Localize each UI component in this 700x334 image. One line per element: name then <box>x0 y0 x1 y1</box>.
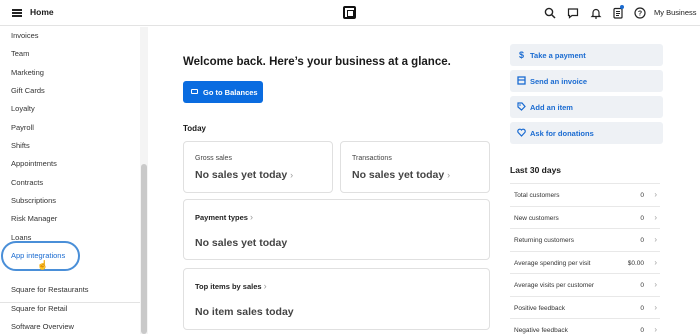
sidebar-item-risk-manager[interactable]: Risk Manager <box>11 214 57 223</box>
sidebar-item-software-overview[interactable]: Software Overview <box>11 322 74 331</box>
chevron-right-icon: › <box>654 235 657 244</box>
heart-icon <box>517 128 526 137</box>
bell-icon[interactable] <box>590 7 602 19</box>
sidebar-item-shifts[interactable]: Shifts <box>11 141 30 150</box>
sidebar-item-square-for-restaurants[interactable]: Square for Restaurants <box>11 285 89 294</box>
top-items-card[interactable]: Top items by sales › No item sales today <box>183 268 490 330</box>
svg-text:$: $ <box>519 50 524 59</box>
home-label[interactable]: Home <box>30 7 54 17</box>
chat-icon[interactable] <box>567 7 579 19</box>
hand-cursor-icon: ☝ <box>37 260 49 270</box>
search-icon[interactable] <box>544 7 556 19</box>
chevron-right-icon: › <box>654 325 657 334</box>
add-item-button[interactable]: Add an item <box>510 96 663 118</box>
sidebar-item-loyalty[interactable]: Loyalty <box>11 104 35 113</box>
chevron-right-icon: › <box>654 190 657 199</box>
gross-sales-card[interactable]: Gross sales No sales yet today › <box>183 141 333 193</box>
chevron-right-icon: › <box>654 258 657 267</box>
welcome-heading: Welcome back. Here’s your business at a … <box>183 56 451 68</box>
top-items-label: Top items by sales › <box>195 281 267 291</box>
dollar-icon: $ <box>517 50 526 59</box>
gross-sales-label: Gross sales <box>195 155 232 162</box>
sidebar-item-team[interactable]: Team <box>11 49 29 58</box>
square-logo[interactable] <box>343 6 356 19</box>
invoice-icon <box>517 76 526 85</box>
tag-icon <box>517 102 526 111</box>
sidebar-item-contracts[interactable]: Contracts <box>11 178 43 187</box>
top-bar: Home ? My Business <box>0 0 700 26</box>
stat-row[interactable]: Returning customers 0 › <box>510 228 660 250</box>
stat-row[interactable]: Positive feedback 0 › <box>510 296 660 318</box>
stat-row[interactable]: Total customers 0 › <box>510 183 660 205</box>
business-menu[interactable]: My Business <box>654 8 697 17</box>
chevron-right-icon: › <box>654 213 657 222</box>
send-invoice-button[interactable]: Send an invoice <box>510 70 663 92</box>
go-to-balances-button[interactable]: Go to Balances <box>183 81 263 103</box>
payment-types-value: No sales yet today <box>195 237 288 249</box>
sidebar: Invoices Team Marketing Gift Cards Loyal… <box>0 27 148 334</box>
transactions-label: Transactions <box>352 155 392 162</box>
sidebar-item-invoices[interactable]: Invoices <box>11 31 39 40</box>
transactions-card[interactable]: Transactions No sales yet today › <box>340 141 490 193</box>
help-icon[interactable]: ? <box>634 7 646 19</box>
sidebar-item-appointments[interactable]: Appointments <box>11 159 57 168</box>
sidebar-scroll-thumb[interactable] <box>141 164 147 334</box>
notification-dot <box>620 5 624 9</box>
wallet-icon <box>191 89 198 94</box>
stat-row[interactable]: Average spending per visit $0.00 › <box>510 251 660 273</box>
sidebar-item-subscriptions[interactable]: Subscriptions <box>11 196 56 205</box>
sidebar-item-gift-cards[interactable]: Gift Cards <box>11 86 45 95</box>
svg-text:?: ? <box>638 11 642 18</box>
sidebar-item-marketing[interactable]: Marketing <box>11 68 44 77</box>
take-payment-button[interactable]: $ Take a payment <box>510 44 663 66</box>
ask-donations-button[interactable]: Ask for donations <box>510 122 663 144</box>
last-30-days-heading: Last 30 days <box>510 165 562 175</box>
today-heading: Today <box>183 124 206 133</box>
sidebar-item-square-for-retail[interactable]: Square for Retail <box>11 304 67 313</box>
chevron-right-icon: › <box>654 303 657 312</box>
payment-types-label: Payment types › <box>195 212 254 222</box>
stat-row[interactable]: New customers 0 › <box>510 206 660 228</box>
stat-row[interactable]: Negative feedback 0 › <box>510 318 660 334</box>
chevron-right-icon: › <box>654 280 657 289</box>
menu-icon[interactable] <box>12 9 22 17</box>
payment-types-card[interactable]: Payment types › No sales yet today <box>183 199 490 260</box>
sidebar-item-payroll[interactable]: Payroll <box>11 123 34 132</box>
top-items-value: No item sales today <box>195 306 294 318</box>
stat-row[interactable]: Average visits per customer 0 › <box>510 273 660 295</box>
transactions-value: No sales yet today › <box>352 169 451 181</box>
sidebar-divider <box>0 302 140 303</box>
gross-sales-value: No sales yet today › <box>195 169 294 181</box>
